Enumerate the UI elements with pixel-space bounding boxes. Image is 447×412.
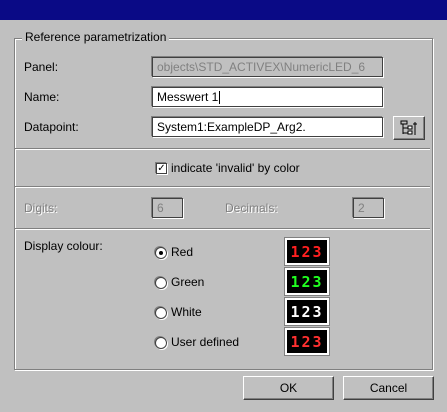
radio-green-label: Green	[171, 275, 205, 289]
title-bar[interactable]	[0, 0, 447, 20]
digits-label: Digits:	[24, 201, 58, 215]
panel-field: objects\STD_ACTIVEX\NumericLED_6	[152, 57, 383, 77]
led-preview-user-defined[interactable]: 123	[284, 327, 330, 356]
digits-field: 6	[152, 198, 183, 218]
led-preview-green: 123	[284, 267, 330, 296]
group-title: Reference parametrization	[22, 30, 170, 44]
indicate-invalid-label: indicate 'invalid' by color	[171, 161, 300, 175]
separator-1	[15, 148, 430, 150]
ok-button[interactable]: OK	[243, 376, 334, 400]
decimals-label: Decimals:	[225, 201, 278, 215]
radio-white[interactable]	[155, 307, 167, 319]
display-colour-label: Display colour:	[24, 239, 103, 253]
datapoint-field[interactable]: System1:ExampleDP_Arg2.	[152, 117, 383, 137]
name-field[interactable]: Messwert 1	[152, 87, 383, 107]
cancel-button[interactable]: Cancel	[343, 376, 434, 400]
decimals-field: 2	[353, 198, 384, 218]
separator-2	[15, 186, 430, 188]
separator-3	[15, 228, 430, 230]
datapoint-browse-button[interactable]	[393, 116, 425, 140]
led-preview-white: 123	[284, 297, 330, 326]
radio-red-label: Red	[171, 245, 194, 259]
led-preview-red: 123	[284, 237, 330, 266]
radio-white-label: White	[171, 305, 202, 319]
name-value: Messwert 1	[157, 90, 219, 104]
name-label: Name:	[24, 90, 60, 104]
radio-user-defined[interactable]	[155, 337, 167, 349]
panel-label: Panel:	[24, 60, 59, 74]
radio-red[interactable]	[155, 247, 167, 259]
text-caret	[219, 91, 221, 105]
radio-green[interactable]	[155, 277, 167, 289]
indicate-invalid-checkbox[interactable]: ✓	[156, 163, 167, 174]
radio-user-defined-label: User defined	[171, 335, 240, 349]
datapoint-label: Datapoint:	[24, 120, 79, 134]
tree-browse-icon	[400, 120, 417, 135]
